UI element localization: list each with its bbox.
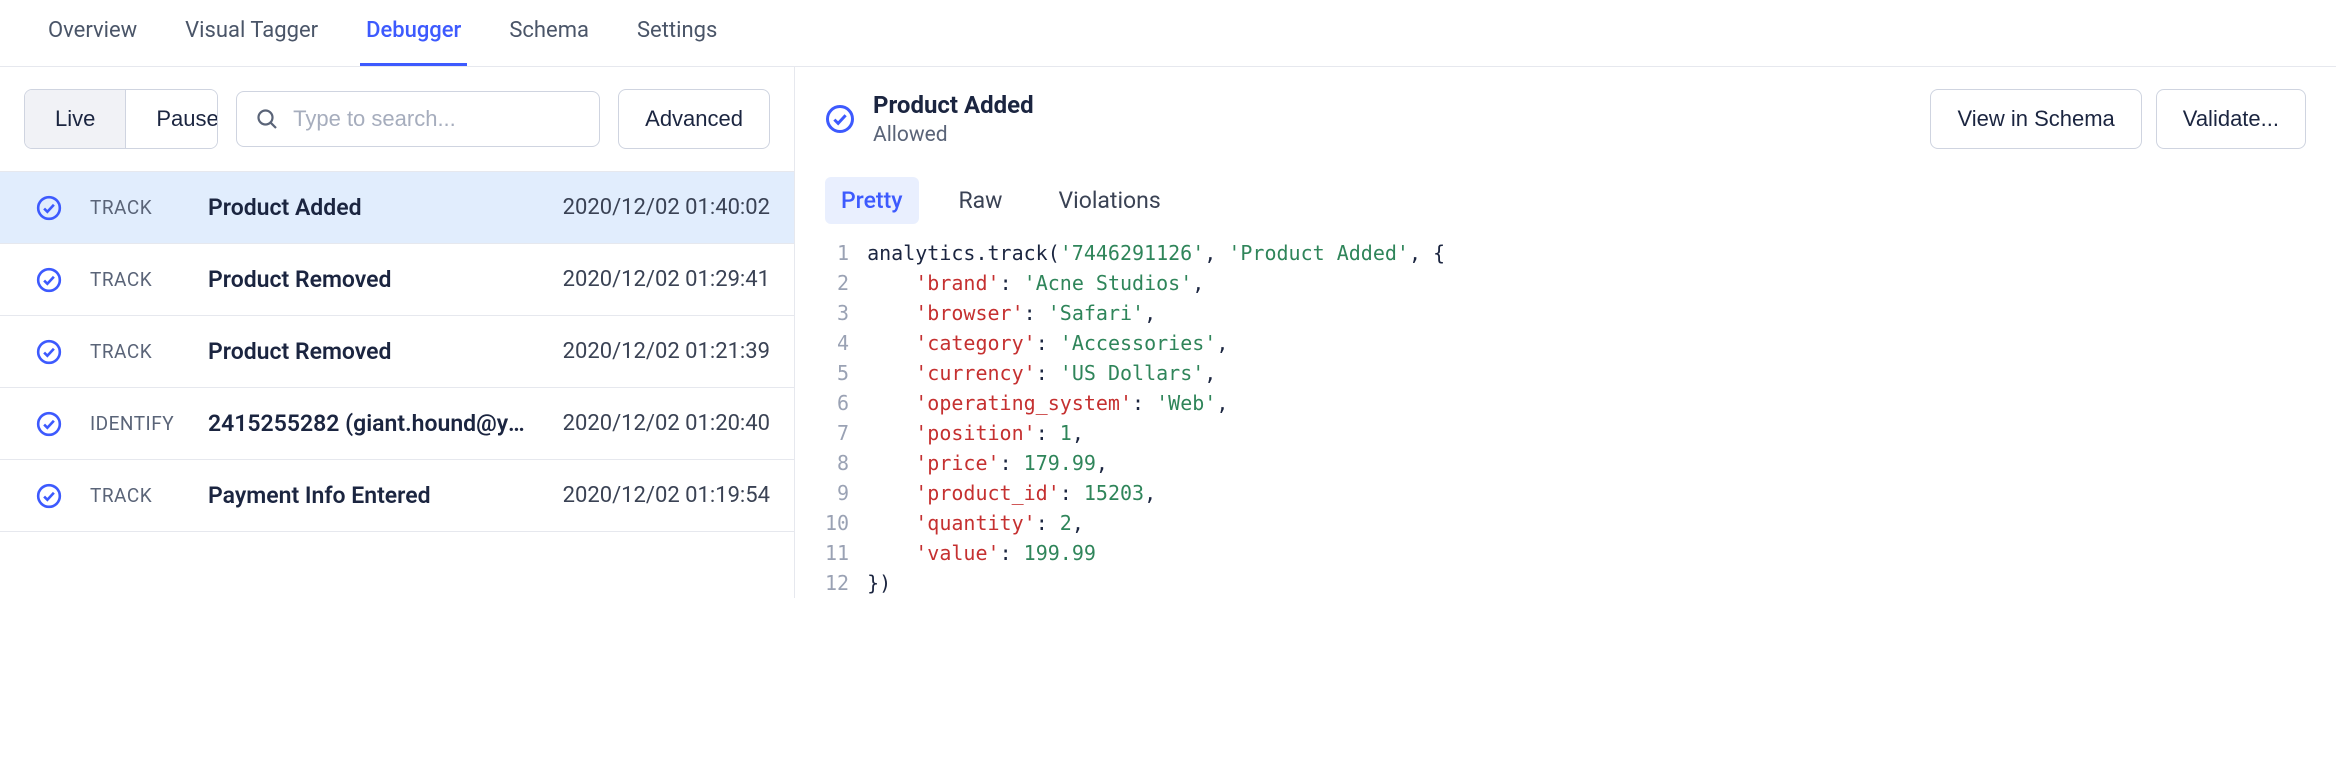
sub-tab-violations[interactable]: Violations — [1042, 177, 1176, 224]
detail-sub-tabs: Pretty Raw Violations — [795, 171, 2336, 224]
nav-tabs: Overview Visual Tagger Debugger Schema S… — [0, 0, 2336, 67]
event-name: Product Added — [208, 194, 535, 221]
check-circle-icon — [36, 195, 62, 221]
tab-schema[interactable]: Schema — [503, 18, 595, 66]
event-name: 2415255282 (giant.hound@yahoox.... — [208, 410, 535, 437]
view-in-schema-button[interactable]: View in Schema — [1930, 89, 2141, 149]
event-list: TRACK Product Added 2020/12/02 01:40:02 … — [0, 171, 794, 532]
detail-pane: Product Added Allowed View in Schema Val… — [795, 67, 2336, 598]
event-type: IDENTIFY — [90, 412, 180, 435]
code-block: 123456789101112 analytics.track('7446291… — [795, 224, 2336, 598]
search-icon — [255, 107, 279, 131]
code-gutter: 123456789101112 — [795, 238, 867, 598]
sub-tab-pretty[interactable]: Pretty — [825, 177, 919, 224]
tab-debugger[interactable]: Debugger — [360, 18, 467, 66]
search-input[interactable] — [293, 106, 581, 132]
event-row[interactable]: TRACK Product Added 2020/12/02 01:40:02 — [0, 171, 794, 244]
event-type: TRACK — [90, 268, 180, 291]
event-time: 2020/12/02 01:20:40 — [563, 411, 770, 436]
detail-header: Product Added Allowed View in Schema Val… — [795, 67, 2336, 171]
event-name: Product Removed — [208, 266, 535, 293]
live-pause-toggle: Live Pause — [24, 89, 218, 149]
event-name: Payment Info Entered — [208, 482, 535, 509]
check-circle-icon — [36, 267, 62, 293]
events-pane: Live Pause Advanced TRACK Product Added … — [0, 67, 795, 598]
tab-settings[interactable]: Settings — [631, 18, 723, 66]
live-button[interactable]: Live — [25, 90, 125, 148]
tab-overview[interactable]: Overview — [42, 18, 143, 66]
event-time: 2020/12/02 01:21:39 — [563, 339, 770, 364]
check-circle-icon — [825, 104, 855, 134]
event-row[interactable]: TRACK Product Removed 2020/12/02 01:29:4… — [0, 244, 794, 316]
event-row[interactable]: IDENTIFY 2415255282 (giant.hound@yahoox.… — [0, 388, 794, 460]
sub-tab-raw[interactable]: Raw — [943, 177, 1019, 224]
event-time: 2020/12/02 01:29:41 — [563, 267, 770, 292]
code-content: analytics.track('7446291126', 'Product A… — [867, 238, 1469, 598]
detail-title: Product Added — [873, 91, 1912, 119]
validate-button[interactable]: Validate... — [2156, 89, 2306, 149]
event-type: TRACK — [90, 196, 180, 219]
search-field[interactable] — [236, 91, 600, 147]
events-toolbar: Live Pause Advanced — [0, 67, 794, 171]
tab-visual-tagger[interactable]: Visual Tagger — [179, 18, 324, 66]
event-row[interactable]: TRACK Product Removed 2020/12/02 01:21:3… — [0, 316, 794, 388]
advanced-button[interactable]: Advanced — [618, 89, 770, 149]
event-type: TRACK — [90, 484, 180, 507]
check-circle-icon — [36, 339, 62, 365]
check-circle-icon — [36, 411, 62, 437]
check-circle-icon — [36, 483, 62, 509]
event-row[interactable]: TRACK Payment Info Entered 2020/12/02 01… — [0, 460, 794, 532]
pause-button[interactable]: Pause — [125, 90, 218, 148]
event-name: Product Removed — [208, 338, 535, 365]
detail-status: Allowed — [873, 123, 1912, 147]
event-time: 2020/12/02 01:40:02 — [563, 195, 770, 220]
event-type: TRACK — [90, 340, 180, 363]
event-time: 2020/12/02 01:19:54 — [563, 483, 770, 508]
